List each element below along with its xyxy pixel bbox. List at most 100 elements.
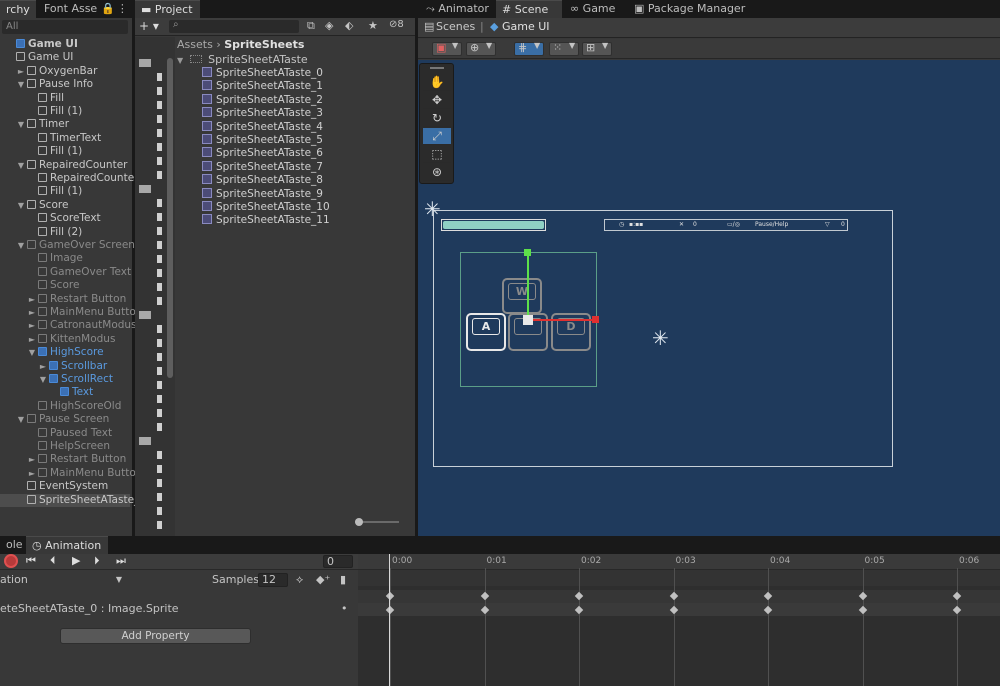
folder-tree-item[interactable] — [157, 409, 162, 417]
folder-tree-item[interactable] — [157, 87, 162, 95]
expand-arrow-icon[interactable]: ▼ — [17, 239, 25, 252]
folder-tree-item[interactable] — [157, 199, 162, 207]
sprite-sheet-row[interactable]: ▼ SpriteSheetATaste — [177, 53, 308, 66]
project-search-input[interactable]: ⌕ — [169, 19, 299, 33]
scale-tool-button[interactable]: ⤢ — [423, 128, 451, 145]
expand-arrow-icon[interactable]: ▼ — [17, 118, 25, 131]
hierarchy-item[interactable]: ▼ Score — [0, 199, 69, 212]
gizmo-x-axis[interactable] — [528, 319, 594, 321]
label-icon[interactable]: ◈ — [325, 19, 333, 32]
event-track[interactable] — [358, 570, 1000, 586]
folder-tree-item[interactable] — [157, 297, 162, 305]
folder-tree-item[interactable] — [157, 283, 162, 291]
folder-tree-item[interactable] — [157, 353, 162, 361]
gizmo-y-handle[interactable] — [524, 249, 531, 256]
samples-field[interactable]: 12 — [258, 573, 288, 587]
tab-font-asset[interactable]: Font Asse 🔒 ⋮ — [38, 0, 128, 18]
play-icon[interactable]: ▶ — [72, 554, 80, 567]
gizmo-y-axis[interactable] — [527, 254, 529, 320]
expand-arrow-icon[interactable]: ► — [28, 306, 36, 319]
folder-tree-item[interactable] — [157, 269, 162, 277]
folder-tree-item[interactable] — [157, 521, 162, 529]
hierarchy-item[interactable]: ► Scrollbar — [0, 360, 107, 373]
sprite-item[interactable]: SpriteSheetATaste_10 — [202, 201, 330, 214]
expand-arrow-icon[interactable]: ► — [39, 360, 47, 373]
create-button[interactable]: + ▾ — [139, 19, 159, 33]
hierarchy-item[interactable]: Paused Text — [0, 427, 112, 440]
sprite-item[interactable]: SpriteSheetATaste_4 — [202, 120, 323, 134]
folder-tree-item[interactable] — [157, 101, 162, 109]
hierarchy-item[interactable]: ► MainMenu Button — [0, 306, 142, 319]
hierarchy-item[interactable]: ▼ Timer — [0, 118, 69, 131]
more-icon[interactable]: ⋮ — [117, 2, 128, 15]
tab-animator[interactable]: ⤳ Animator — [420, 0, 490, 18]
hierarchy-item[interactable]: ► Restart Button — [0, 293, 126, 306]
object-pivot-icon[interactable]: ✳ — [652, 328, 669, 348]
folder-tree-item[interactable] — [157, 227, 162, 235]
hierarchy-item[interactable]: ▼ RepairedCounter — [0, 159, 128, 172]
expand-arrow-icon[interactable]: ► — [28, 319, 36, 332]
sprite-item[interactable]: SpriteSheetATaste_1 — [202, 80, 323, 93]
folder-icon[interactable] — [139, 437, 151, 445]
hierarchy-item[interactable]: ▼ GameOver Screen — [0, 239, 135, 252]
folder-tree-item[interactable] — [157, 381, 162, 389]
hierarchy-item[interactable]: EventSystem — [0, 480, 108, 493]
sprite-item[interactable]: SpriteSheetATaste_7 — [202, 160, 323, 174]
property-row[interactable]: eteSheetATaste_0 : Image.Sprite • — [0, 602, 358, 616]
tab-scene[interactable]: # Scene — [496, 0, 562, 18]
keyframe-options-icon[interactable]: • — [341, 602, 348, 616]
hierarchy-item[interactable]: SpriteSheetATaste_0 — [0, 493, 146, 507]
hierarchy-item[interactable]: ► CatronautModus — [0, 319, 137, 332]
folder-tree-item[interactable] — [157, 73, 162, 81]
hierarchy-item[interactable]: ► KittenModus — [0, 333, 116, 346]
move-tool-button[interactable]: ✥ — [423, 92, 451, 109]
sprite-item[interactable]: SpriteSheetATaste_8 — [202, 174, 323, 187]
playhead[interactable] — [389, 554, 390, 686]
collapse-arrow-icon[interactable]: ▼ — [177, 56, 183, 65]
drag-handle-icon[interactable] — [430, 67, 444, 69]
star-icon[interactable]: ★ — [368, 19, 378, 32]
folder-tree-item[interactable] — [157, 423, 162, 431]
view-options-dropdown[interactable]: ⊕ ▼ — [466, 41, 496, 56]
hierarchy-item[interactable]: ► OxygenBar — [0, 65, 98, 78]
hierarchy-item[interactable]: ▼ Pause Info — [0, 78, 93, 91]
hierarchy-item[interactable]: Game UI — [0, 38, 78, 51]
transform-tool-button[interactable]: ⊛ — [423, 164, 451, 181]
animation-timeline[interactable] — [358, 554, 1000, 686]
sprite-item[interactable]: SpriteSheetATaste_9 — [202, 187, 323, 201]
add-keyframe-icon[interactable]: ⟡ — [296, 573, 303, 587]
last-key-icon[interactable]: ⏭ — [116, 554, 126, 568]
folder-tree-item[interactable] — [157, 171, 162, 179]
prev-key-icon[interactable]: ⏴ — [50, 554, 56, 568]
hierarchy-item[interactable]: ▼ Pause Screen — [0, 413, 109, 426]
folder-tree-item[interactable] — [157, 143, 162, 151]
add-event-icon[interactable]: ◆⁺ — [316, 573, 330, 586]
hierarchy-item[interactable]: Image — [0, 252, 83, 265]
tab-animation[interactable]: ◷ Animation — [26, 536, 108, 554]
frame-field[interactable]: 0 — [323, 555, 353, 568]
sprite-item[interactable]: SpriteSheetATaste_0 — [202, 67, 323, 80]
folder-tree-item[interactable] — [157, 479, 162, 487]
folder-tree-item[interactable] — [157, 367, 162, 375]
hierarchy-item[interactable]: RepairedCounterT — [0, 172, 145, 185]
expand-arrow-icon[interactable]: ▼ — [17, 159, 25, 172]
expand-arrow-icon[interactable]: ► — [28, 293, 36, 306]
add-property-button[interactable]: Add Property — [60, 628, 251, 644]
grid-snap-toggle[interactable]: ⋕ ▼ — [514, 41, 544, 56]
rotate-tool-button[interactable]: ↻ — [423, 110, 451, 127]
expand-arrow-icon[interactable]: ► — [28, 467, 36, 480]
expand-arrow-icon[interactable]: ► — [17, 65, 25, 78]
expand-arrow-icon[interactable]: ▼ — [17, 78, 25, 91]
gizmo-x-handle[interactable] — [592, 316, 599, 323]
next-key-icon[interactable]: ⏵ — [94, 554, 100, 568]
folder-icon[interactable] — [139, 311, 151, 319]
breadcrumb-scenes[interactable]: Scenes — [436, 20, 475, 33]
hierarchy-item[interactable]: Fill — [0, 92, 64, 105]
hidden-packages-toggle[interactable]: ⊘8 — [389, 19, 404, 30]
search-by-type-icon[interactable]: ⧉ — [307, 19, 315, 33]
expand-arrow-icon[interactable]: ▼ — [17, 413, 25, 426]
hierarchy-item[interactable]: Fill (1) — [0, 105, 82, 118]
hierarchy-item[interactable]: TimerText — [0, 132, 101, 145]
hierarchy-item[interactable]: ► MainMenu Button — [0, 467, 142, 480]
folder-tree-item[interactable] — [157, 493, 162, 501]
